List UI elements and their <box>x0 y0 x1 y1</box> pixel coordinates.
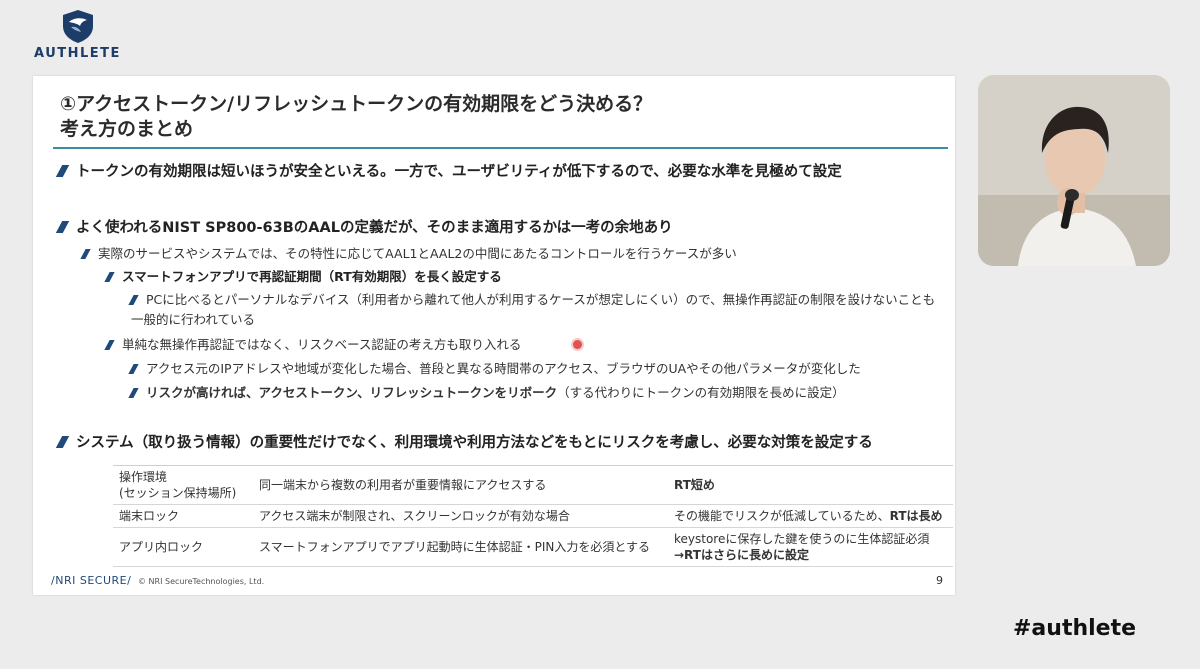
bullet-2-1-1: スマートフォンアプリで再認証期間（RT有効期限）を長く設定する <box>104 267 502 287</box>
bullet-2-1: 実際のサービスやシステムでは、その特性に応じてAAL1とAAL2の中間にあたるコ… <box>80 244 737 264</box>
bullet-2-1-2-2-note: （する代わりにトークンの有効期限を長めに設定） <box>557 385 845 400</box>
nri-secure-logo: /NRI SECURE/ <box>51 574 132 587</box>
bullet-mark-icon <box>55 165 70 177</box>
bullet-2-1-2-text: 単純な無操作再認証ではなく、リスクベース認証の考え方も取り入れる <box>122 337 522 352</box>
bullet-mark-icon <box>104 272 115 282</box>
slide-title-line2: 考え方のまとめ <box>60 118 194 140</box>
slide: ①アクセストークン/リフレッシュトークンの有効期限をどう決める？ 考え方のまとめ… <box>33 76 955 595</box>
title-divider <box>53 147 948 149</box>
bullet-2-text: よく使われるNIST SP800-63BのAALの定義だが、そのまま適用するかは… <box>76 220 673 236</box>
bullet-mark-icon <box>55 436 70 448</box>
slide-title: ①アクセストークン/リフレッシュトークンの有効期限をどう決める？ 考え方のまとめ <box>60 92 920 142</box>
table-cell-text: keystoreに保存した鍵を使うのに生体認証必須 <box>674 532 930 546</box>
bullet-3-text: システム（取り扱う情報）の重要性だけでなく、利用環境や利用方法などをもとにリスク… <box>76 435 873 451</box>
speaker-video <box>978 75 1170 266</box>
bullet-2-1-2-1: アクセス元のIPアドレスや地域が変化した場合、普段と異なる時間帯のアクセス、ブラ… <box>128 359 861 379</box>
table-cell: アプリ内ロック <box>119 540 204 554</box>
table-cell: アクセス端末が制限され、スクリーンロックが有効な場合 <box>259 509 570 523</box>
page-number: 9 <box>936 574 943 587</box>
table-cell: 同一端末から複数の利用者が重要情報にアクセスする <box>259 478 547 492</box>
bullet-2-1-1-1: PCに比べるとパーソナルなデバイス（利用者から離れて他人が利用するケースが想定し… <box>128 290 946 330</box>
table-cell: keystoreに保存した鍵を使うのに生体認証必須 →RTはさらに長めに設定 <box>668 528 953 567</box>
nri-secure-logo-text: NRI SECURE <box>55 574 128 587</box>
table-cell-text: その機能でリスクが低減しているため、 <box>674 509 890 523</box>
laser-pointer-dot <box>573 340 582 349</box>
table-row: 操作環境 (セッション保持場所) 同一端末から複数の利用者が重要情報にアクセスす… <box>113 465 953 505</box>
speaker-person-icon <box>978 75 1170 266</box>
shield-eagle-icon <box>62 10 93 43</box>
table-cell: RT短め <box>674 478 715 492</box>
risk-table: 操作環境 (セッション保持場所) 同一端末から複数の利用者が重要情報にアクセスす… <box>113 465 953 567</box>
bullet-2: よく使われるNIST SP800-63BのAALの定義だが、そのまま適用するかは… <box>55 218 673 238</box>
bullet-2-1-1-1-text: PCに比べるとパーソナルなデバイス（利用者から離れて他人が利用するケースが想定し… <box>131 292 936 327</box>
table-cell-emphasis: →RTはさらに長めに設定 <box>674 548 809 562</box>
bullet-mark-icon <box>104 340 115 350</box>
bullet-1-text: トークンの有効期限は短いほうが安全といえる。一方で、ユーザビリティが低下するので… <box>76 164 842 180</box>
logo-name: AUTHLETE <box>34 46 121 61</box>
table-cell: スマートフォンアプリでアプリ起動時に生体認証・PIN入力を必須とする <box>259 540 651 554</box>
bullet-2-1-1-text: スマートフォンアプリで再認証期間（RT有効期限）を長く設定する <box>122 269 502 284</box>
bullet-mark-icon <box>128 295 139 305</box>
bullet-mark-icon <box>80 249 91 259</box>
bullet-2-1-2: 単純な無操作再認証ではなく、リスクベース認証の考え方も取り入れる <box>104 335 522 355</box>
bullet-3: システム（取り扱う情報）の重要性だけでなく、利用環境や利用方法などをもとにリスク… <box>55 433 873 453</box>
bullet-2-1-text: 実際のサービスやシステムでは、その特性に応じてAAL1とAAL2の中間にあたるコ… <box>98 246 737 261</box>
table-cell: その機能でリスクが低減しているため、RTは長め <box>668 505 953 528</box>
bullet-2-1-2-2: リスクが高ければ、アクセストークン、リフレッシュトークンをリボーク（する代わりに… <box>128 383 845 403</box>
bullet-2-1-2-2-text: リスクが高ければ、アクセストークン、リフレッシュトークンをリボーク <box>146 385 558 400</box>
table-row: アプリ内ロック スマートフォンアプリでアプリ起動時に生体認証・PIN入力を必須と… <box>113 528 953 567</box>
bullet-mark-icon <box>128 388 139 398</box>
hashtag: #authlete <box>1013 616 1137 641</box>
bullet-mark-icon <box>128 364 139 374</box>
copyright: © NRI SecureTechnologies, Ltd. <box>138 577 265 586</box>
bullet-1: トークンの有効期限は短いほうが安全といえる。一方で、ユーザビリティが低下するので… <box>55 162 842 182</box>
table-cell: 端末ロック <box>119 509 180 523</box>
bullet-mark-icon <box>55 221 70 233</box>
slide-title-line1: ①アクセストークン/リフレッシュトークンの有効期限をどう決める？ <box>60 93 653 115</box>
table-cell-emphasis: RTは長め <box>889 509 943 523</box>
table-cell: 操作環境 (セッション保持場所) <box>119 470 237 500</box>
authlete-logo: AUTHLETE <box>30 8 125 66</box>
table-row: 端末ロック アクセス端末が制限され、スクリーンロックが有効な場合 その機能でリス… <box>113 505 953 528</box>
bullet-2-1-2-1-text: アクセス元のIPアドレスや地域が変化した場合、普段と異なる時間帯のアクセス、ブラ… <box>146 361 861 376</box>
